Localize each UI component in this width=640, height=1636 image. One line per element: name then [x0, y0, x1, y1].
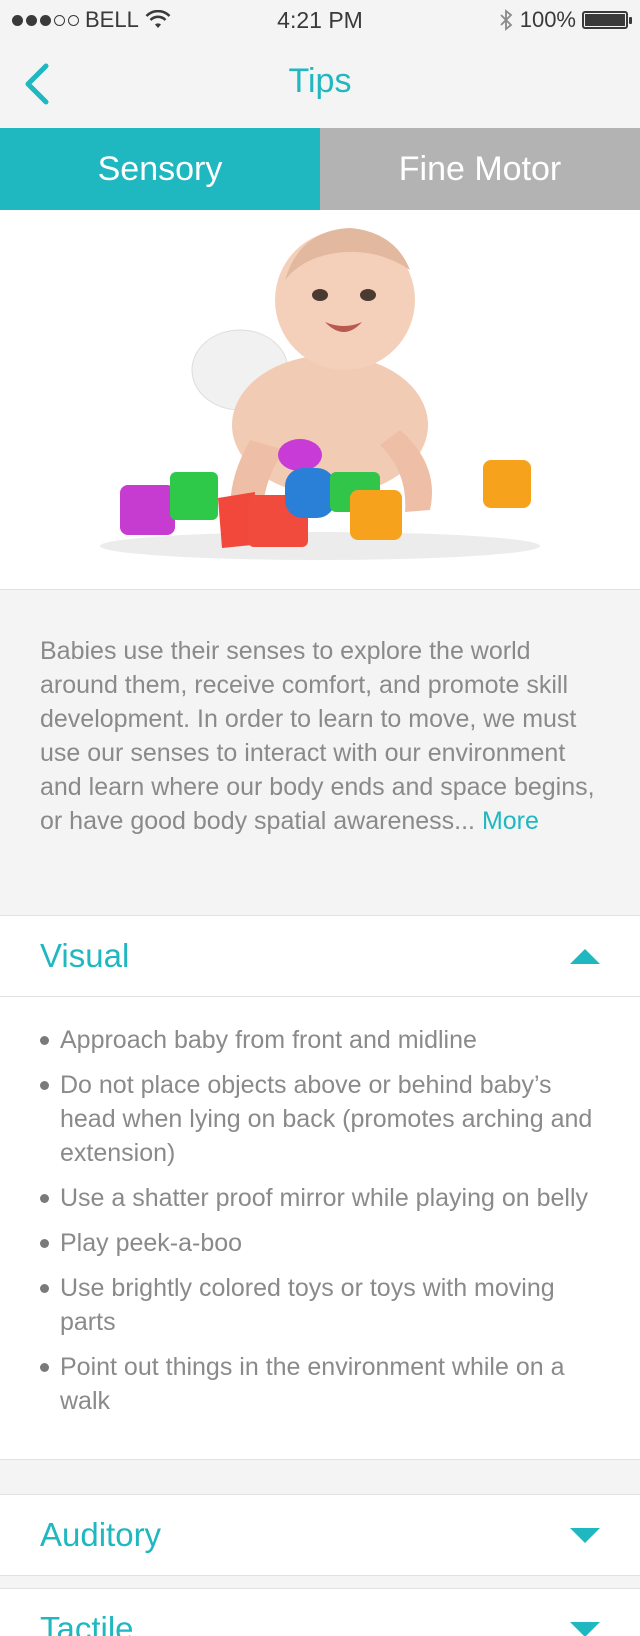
section-auditory-header[interactable]: Auditory	[0, 1495, 640, 1575]
section-tactile: Tactile	[0, 1588, 640, 1636]
list-item: Point out things in the environment whil…	[40, 1350, 600, 1418]
section-visual-title: Visual	[40, 937, 130, 974]
page-title: Tips	[288, 62, 352, 100]
intro-section: Babies use their senses to explore the w…	[0, 590, 640, 915]
baby-with-toys-illustration	[100, 228, 540, 560]
intro-paragraph: Babies use their senses to explore the w…	[40, 634, 600, 838]
tab-sensory[interactable]: Sensory	[0, 128, 320, 210]
category-tabs: Sensory Fine Motor	[0, 128, 640, 210]
list-item: Use a shatter proof mirror while playing…	[40, 1181, 600, 1215]
list-item: Play peek-a-boo	[40, 1226, 600, 1260]
section-visual: Visual Approach baby from front and midl…	[0, 915, 640, 1460]
section-auditory-title: Auditory	[40, 1516, 162, 1553]
section-tactile-title: Tactile	[40, 1610, 134, 1636]
chevron-up-icon	[570, 948, 600, 964]
carrier-name: BELL	[85, 7, 139, 32]
bluetooth-icon	[500, 9, 513, 31]
chevron-down-icon	[570, 1527, 600, 1543]
status-bar: BELL 4:21 PM 100%	[0, 0, 640, 40]
wifi-icon	[145, 10, 171, 28]
more-link[interactable]: More	[482, 807, 539, 835]
signal-strength-icon	[12, 14, 79, 26]
chevron-down-icon	[570, 1621, 600, 1636]
navigation-bar: Tips	[0, 40, 640, 128]
battery-icon	[582, 11, 632, 29]
section-tactile-header[interactable]: Tactile	[0, 1589, 640, 1636]
section-visual-header[interactable]: Visual	[0, 916, 640, 996]
battery-level-fill	[585, 14, 625, 26]
status-left: BELL	[12, 7, 171, 33]
list-item: Approach baby from front and midline	[40, 1023, 600, 1057]
section-auditory: Auditory	[0, 1494, 640, 1576]
hero-image	[0, 210, 640, 590]
battery-percent: 100%	[519, 7, 576, 32]
section-visual-body: Approach baby from front and midline Do …	[0, 996, 640, 1459]
status-right: 100%	[498, 7, 632, 33]
tab-fine-motor[interactable]: Fine Motor	[320, 128, 640, 210]
list-item: Do not place objects above or behind bab…	[40, 1068, 600, 1170]
intro-text: Babies use their senses to explore the w…	[40, 637, 595, 835]
list-item: Use brightly colored toys or toys with m…	[40, 1271, 600, 1339]
